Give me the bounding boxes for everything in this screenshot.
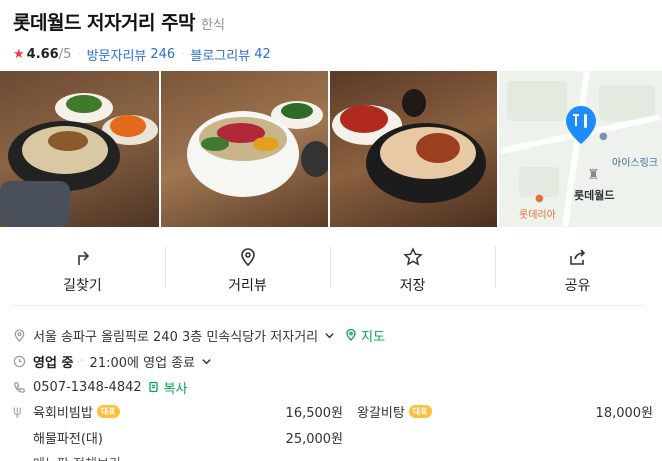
lotteria-icon: ● [535,193,544,204]
fork-knife-icon: ψ [13,403,22,419]
place-title: 롯데월드 저자거리 주막 [13,12,196,34]
star-icon: ★ [13,47,25,62]
ice-rink-icon: ● [599,131,608,142]
signature-badge: 대표 [408,404,432,418]
landmark-label: 롯데월드 [574,189,615,202]
directions-icon [77,251,89,265]
menu-item-name: 해물파전(대) [33,431,103,447]
place-header: 롯데월드 저자거리 주막 한식 ★ 4.66 /5 · 방문자리뷰 246 · … [13,8,653,64]
lotteria-label: 롯데리아 [519,210,556,221]
castle-icon: ♜ [587,167,600,183]
menu-row: 해물파전(대) 25,000원 [13,424,653,450]
phone-icon [14,381,25,393]
map-link[interactable]: 지도 [361,326,385,345]
location-pin-icon [240,248,255,267]
copy-icon [148,381,158,393]
place-info: 서울 송파구 올림픽로 240 3층 민속식당가 저자거리 지도 영업 중 · … [13,322,653,400]
mini-map[interactable]: ● 아이스링크 ♜ 롯데월드 ● 롯데리아 [499,71,662,227]
divider [13,305,643,306]
blog-review-link[interactable]: 블로그리뷰 [190,45,250,64]
ice-rink-label: 아이스링크 [612,158,658,169]
phone-number: 0507-1348-4842 [33,379,142,395]
star-icon [402,247,423,266]
visitor-review-link[interactable]: 방문자리뷰 [87,45,147,64]
menu-section: ψ 육회비빔밥 대표 16,500원 왕갈비탕 대표 18,000원 해물파전(… [13,398,653,450]
phone-row: 0507-1348-4842 복사 [13,374,653,400]
rating-max: /5 [58,47,72,62]
signature-badge: 대표 [96,404,120,418]
copy-button[interactable]: 복사 [164,378,188,397]
menu-item-price: 25,000원 [285,431,343,447]
food-photo[interactable] [0,71,159,227]
full-menu-link[interactable]: 메뉴판 전체보기 [33,453,121,461]
street-view-button[interactable]: 거리뷰 [165,232,330,304]
menu-item-price: 18,000원 [595,405,653,421]
hours-row: 영업 중 · 21:00에 영업 종료 [13,348,653,374]
menu-item-price: 16,500원 [285,405,343,421]
directions-label: 길찾기 [63,278,102,294]
map-marker-icon [346,329,356,341]
separator-dot: · [181,49,185,60]
share-icon [569,249,585,265]
address-row: 서울 송파구 올림픽로 240 3층 민속식당가 저자거리 지도 [13,322,653,348]
food-photo[interactable] [330,71,497,227]
clock-icon [13,355,26,367]
address-text: 서울 송파구 올림픽로 240 3층 민속식당가 저자거리 [33,329,319,345]
chevron-down-icon[interactable] [201,356,212,367]
business-status: 영업 중 [33,355,74,371]
location-pin-icon [14,328,25,342]
map-pin-icon [566,106,596,144]
rating-value: 4.66 [26,47,59,62]
save-button[interactable]: 저장 [330,232,495,304]
menu-item[interactable]: ψ 육회비빔밥 대표 16,500원 [13,402,343,421]
action-bar: 길찾기 거리뷰 저장 공유 [0,232,662,304]
share-label: 공유 [564,278,591,294]
separator-dot: · [79,353,84,369]
photo-strip: ● 아이스링크 ♜ 롯데월드 ● 롯데리아 [0,71,662,227]
share-button[interactable]: 공유 [495,232,660,304]
chevron-down-icon[interactable] [324,330,335,341]
save-label: 저장 [399,278,426,294]
separator-dot: · [77,49,81,60]
menu-row: ψ 육회비빔밥 대표 16,500원 왕갈비탕 대표 18,000원 [13,398,653,424]
menu-item-name: 육회비빔밥 [33,405,93,421]
food-photo[interactable] [161,71,328,227]
place-category: 한식 [201,18,225,33]
menu-item-name: 왕갈비탕 [357,405,405,421]
directions-button[interactable]: 길찾기 [0,232,165,304]
blog-review-count[interactable]: 42 [254,47,271,62]
business-hours: 21:00에 영업 종료 [89,355,196,371]
menu-item[interactable]: 해물파전(대) 25,000원 [13,428,343,447]
visitor-review-count[interactable]: 246 [150,47,175,62]
menu-item[interactable]: 왕갈비탕 대표 18,000원 [343,402,653,421]
street-view-label: 거리뷰 [228,278,267,294]
